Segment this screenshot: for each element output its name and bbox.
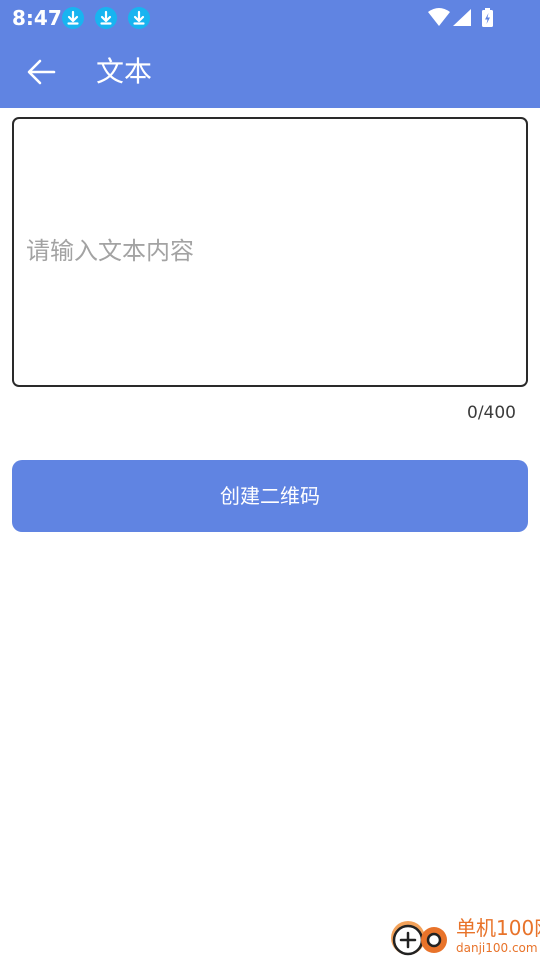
text-content-input[interactable]: [26, 237, 516, 267]
status-right-icons: [428, 7, 500, 29]
back-arrow-icon: [27, 59, 56, 85]
status-time: 8:47: [12, 6, 62, 30]
watermark: 单机100网 danji100.com: [388, 914, 540, 960]
download-icon: [128, 7, 150, 29]
battery-charging-icon: [482, 8, 493, 27]
download-icon: [95, 7, 117, 29]
download-icon: [62, 7, 84, 29]
wifi-icon: [428, 8, 450, 26]
screen: 8:47 文本 请输入文本内容 0/400 创建二维码 单机100 danji1…: [0, 0, 540, 960]
status-bar: 8:47: [0, 0, 540, 36]
back-button[interactable]: [14, 46, 68, 98]
character-counter: 0/400: [467, 403, 516, 423]
app-bar: 文本: [0, 36, 540, 108]
watermark-url: danji100.com: [456, 941, 538, 955]
signal-icon: [453, 9, 471, 26]
create-qr-code-button[interactable]: 创建二维码: [12, 460, 528, 532]
watermark-name: 单机100网: [456, 916, 540, 940]
page-title: 文本: [96, 55, 153, 88]
text-input-container[interactable]: [12, 117, 528, 387]
watermark-logo-icon: [391, 921, 447, 956]
